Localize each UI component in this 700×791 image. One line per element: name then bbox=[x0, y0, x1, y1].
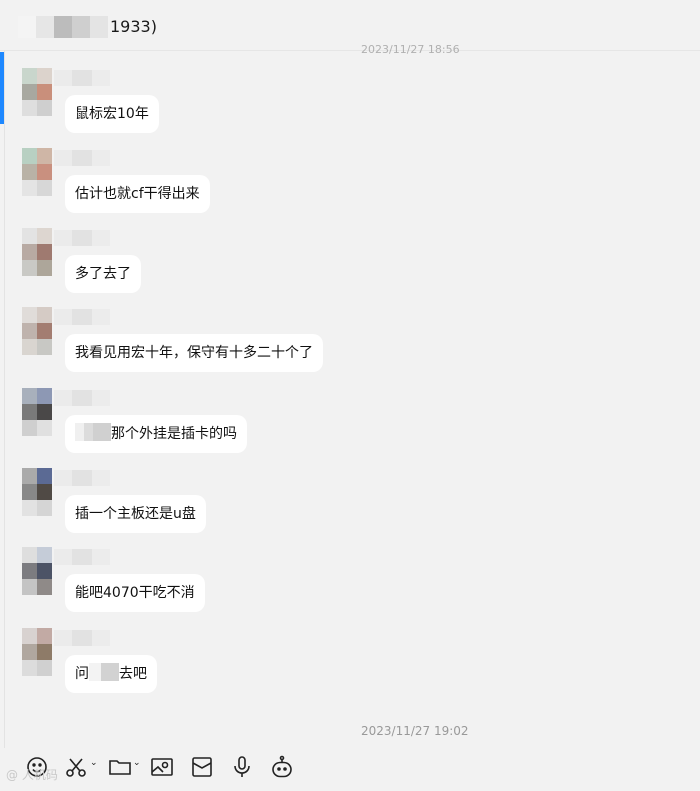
avatar[interactable] bbox=[22, 228, 52, 276]
message-bubble[interactable]: 插一个主板还是u盘 bbox=[65, 495, 206, 533]
microphone-icon[interactable] bbox=[229, 754, 255, 780]
message-text: 去吧 bbox=[119, 666, 147, 682]
message-bubble[interactable]: 我看见用宏十年，保守有十多二十个了 bbox=[65, 334, 323, 372]
input-toolbar: ⌄ ⌄ bbox=[0, 748, 700, 791]
red-packet-icon[interactable] bbox=[189, 754, 215, 780]
avatar[interactable] bbox=[22, 307, 52, 355]
blurred-contact-name bbox=[18, 16, 108, 38]
blurred-sender-name bbox=[54, 70, 110, 86]
left-divider bbox=[4, 50, 5, 791]
robot-icon[interactable] bbox=[269, 754, 295, 780]
folder-icon[interactable] bbox=[107, 754, 133, 780]
blurred-sender-name bbox=[54, 549, 110, 565]
blurred-sender-name bbox=[54, 230, 110, 246]
message-bubble[interactable]: 能吧4070干吃不消 bbox=[65, 574, 205, 612]
message-text: 那个外挂是插卡的吗 bbox=[111, 426, 237, 442]
message-bubble[interactable]: 问 去吧 bbox=[65, 655, 157, 693]
avatar[interactable] bbox=[22, 68, 52, 116]
message-bubble[interactable]: 多了去了 bbox=[65, 255, 141, 293]
blurred-sender-name bbox=[54, 150, 110, 166]
redacted-mention bbox=[101, 663, 119, 681]
timestamp-bottom: 2023/11/27 19:02 bbox=[361, 724, 469, 738]
chevron-down-icon[interactable]: ⌄ bbox=[133, 758, 141, 768]
chat-title: 1933) bbox=[110, 17, 157, 36]
message-bubble[interactable]: 那个外挂是插卡的吗 bbox=[65, 415, 247, 453]
blurred-sender-name bbox=[54, 309, 110, 325]
timestamp-top: 2023/11/27 18:56 bbox=[361, 43, 460, 56]
avatar[interactable] bbox=[22, 148, 52, 196]
avatar[interactable] bbox=[22, 547, 52, 595]
blurred-sender-name bbox=[54, 630, 110, 646]
redacted-mention bbox=[75, 423, 93, 441]
chevron-down-icon[interactable]: ⌄ bbox=[90, 758, 98, 768]
watermark: @ 人机码 bbox=[6, 768, 58, 782]
avatar[interactable] bbox=[22, 388, 52, 436]
message-bubble[interactable]: 估计也就cf干得出来 bbox=[65, 175, 210, 213]
message-text: 问 bbox=[75, 666, 89, 682]
image-icon[interactable] bbox=[149, 754, 175, 780]
blurred-sender-name bbox=[54, 470, 110, 486]
avatar[interactable] bbox=[22, 468, 52, 516]
chat-header: 1933) bbox=[0, 0, 700, 51]
message-bubble[interactable]: 鼠标宏10年 bbox=[65, 95, 159, 133]
redacted-mention bbox=[93, 423, 111, 441]
blurred-sender-name bbox=[54, 390, 110, 406]
scissors-icon[interactable] bbox=[63, 754, 89, 780]
redacted-mention bbox=[89, 663, 101, 681]
avatar[interactable] bbox=[22, 628, 52, 676]
